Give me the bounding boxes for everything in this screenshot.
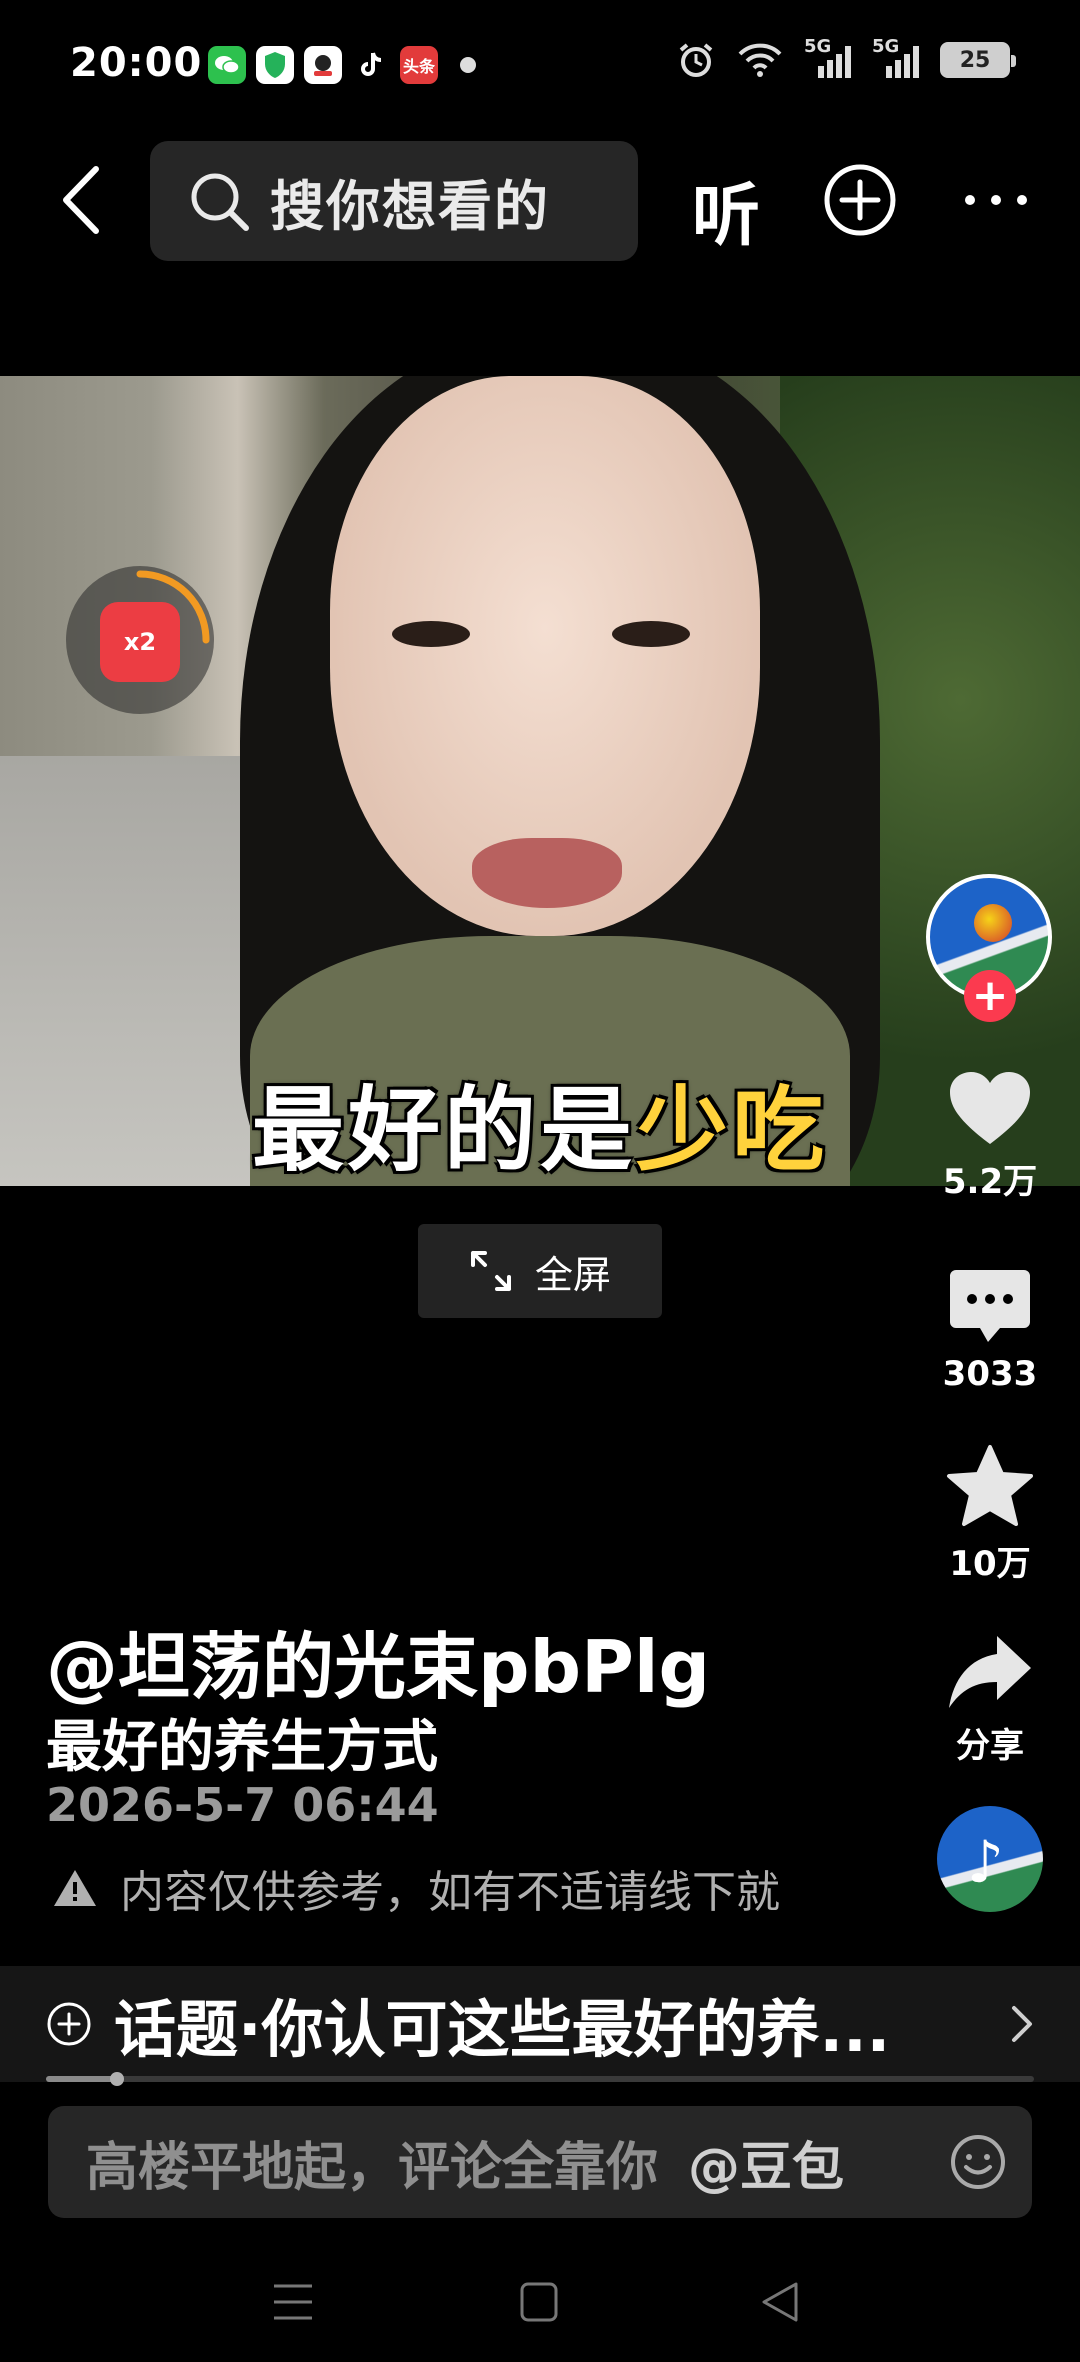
video-player[interactable]: 最好的是少吃 <box>0 376 1080 1186</box>
menu-icon <box>274 2284 312 2320</box>
comment-mention-button[interactable]: @豆包 <box>688 2125 844 2200</box>
search-icon <box>191 173 249 231</box>
status-app-icons: 头条 <box>208 46 476 84</box>
plus-circle-icon <box>824 164 896 236</box>
system-navigation-bar <box>0 2262 1080 2362</box>
favorite-action[interactable]: 10万 <box>920 1444 1060 1585</box>
expand-icon <box>470 1251 511 1291</box>
back-nav-button[interactable] <box>760 2280 802 2328</box>
alarm-icon <box>679 43 713 77</box>
status-indicators: 5G 5G 25 <box>676 36 1016 80</box>
wechat-icon <box>208 46 246 84</box>
fullscreen-label: 全屏 <box>534 1252 611 1297</box>
notification-dot <box>460 57 476 73</box>
topic-bar[interactable]: 话题·你认可这些最好的养... <box>0 1966 1080 2082</box>
like-action[interactable]: 5.2万 <box>920 1070 1060 1203</box>
tiktok-icon <box>352 46 390 84</box>
home-nav-button[interactable] <box>518 2280 560 2328</box>
post-timestamp: 2026-5-7 06:44 <box>46 1778 439 1832</box>
toutiao-icon: 头条 <box>400 46 438 84</box>
redpacket-icon: x2 <box>100 602 180 682</box>
back-button[interactable] <box>40 160 120 240</box>
star-icon <box>947 1445 1033 1526</box>
app-icon <box>304 46 342 84</box>
video-person-eye-right <box>612 621 690 647</box>
top-nav: 搜你想看的 听 <box>0 140 1080 262</box>
status-bar: 20:00 头条 5G 5G 25 <box>0 0 1080 130</box>
warning-icon <box>54 1870 96 1906</box>
music-disc[interactable]: ♪ <box>937 1806 1043 1912</box>
video-person-mouth <box>472 838 622 908</box>
search-input[interactable]: 搜你想看的 <box>150 141 638 261</box>
listen-button[interactable]: 听 <box>692 160 760 259</box>
disclaimer: 内容仅供参考，如有不适请线下就 <box>52 1856 780 1920</box>
video-progress-handle[interactable] <box>110 2072 125 2086</box>
signal-2-icon: 5G <box>872 36 920 80</box>
comment-bubble-icon <box>950 1270 1030 1342</box>
douyin-video-page: 20:00 头条 5G 5G 25 搜你想看的 听 最好的是少吃 x2 全屏 +… <box>0 0 1080 2362</box>
status-time: 20:00 <box>70 40 203 86</box>
video-caption-highlight: 少吃 <box>636 1077 829 1184</box>
battery-indicator: 25 <box>940 42 1016 78</box>
music-note-icon: ♪ <box>967 1828 1005 1896</box>
fullscreen-button[interactable]: 全屏 <box>418 1224 662 1318</box>
comment-action[interactable]: 3033 <box>920 1268 1060 1394</box>
heart-icon <box>950 1072 1030 1144</box>
video-caption-main: 最好的是 <box>251 1077 636 1184</box>
share-arrow-icon <box>949 1636 1031 1708</box>
wifi-icon <box>738 43 782 77</box>
video-person-eye-left <box>392 621 470 647</box>
share-action[interactable]: 分享 <box>920 1634 1060 1767</box>
shield-icon <box>256 46 294 84</box>
disclaimer-text: 内容仅供参考，如有不适请线下就 <box>120 1867 780 1918</box>
comment-placeholder: 高楼平地起，评论全靠你 <box>86 2137 659 2198</box>
back-triangle-icon <box>762 2282 798 2322</box>
video-caption: 最好的是少吃 <box>0 1056 1080 1186</box>
topic-text: 话题·你认可这些最好的养... <box>114 1993 891 2066</box>
chevron-right-icon <box>1012 2006 1032 2042</box>
add-button[interactable] <box>822 162 898 238</box>
add-topic-icon <box>47 2002 91 2046</box>
emoji-icon[interactable] <box>948 2132 1008 2192</box>
avatar-ball-graphic <box>974 904 1012 942</box>
video-progress-bar[interactable] <box>46 2072 1034 2086</box>
share-label: 分享 <box>956 1726 1024 1766</box>
redpacket-bonus-widget[interactable]: x2 <box>66 566 214 714</box>
menu-nav-button[interactable] <box>272 2280 314 2328</box>
comment-count: 3033 <box>942 1354 1038 1394</box>
follow-button[interactable]: + <box>964 970 1016 1022</box>
signal-1-icon: 5G <box>804 36 852 80</box>
chevron-left-icon <box>63 166 99 234</box>
video-description[interactable]: 最好的养生方式 <box>46 1702 438 1783</box>
favorite-count: 10万 <box>949 1544 1031 1584</box>
search-placeholder: 搜你想看的 <box>270 174 550 238</box>
home-square-icon <box>520 2282 558 2322</box>
more-button[interactable] <box>958 162 1034 238</box>
like-count: 5.2万 <box>942 1162 1038 1202</box>
comment-input[interactable]: 高楼平地起，评论全靠你 @豆包 <box>48 2106 1032 2218</box>
author-name[interactable]: @坦荡的光束pbPlg <box>46 1608 710 1713</box>
more-dots-icon <box>965 195 1027 205</box>
video-progress-fill <box>46 2076 118 2082</box>
